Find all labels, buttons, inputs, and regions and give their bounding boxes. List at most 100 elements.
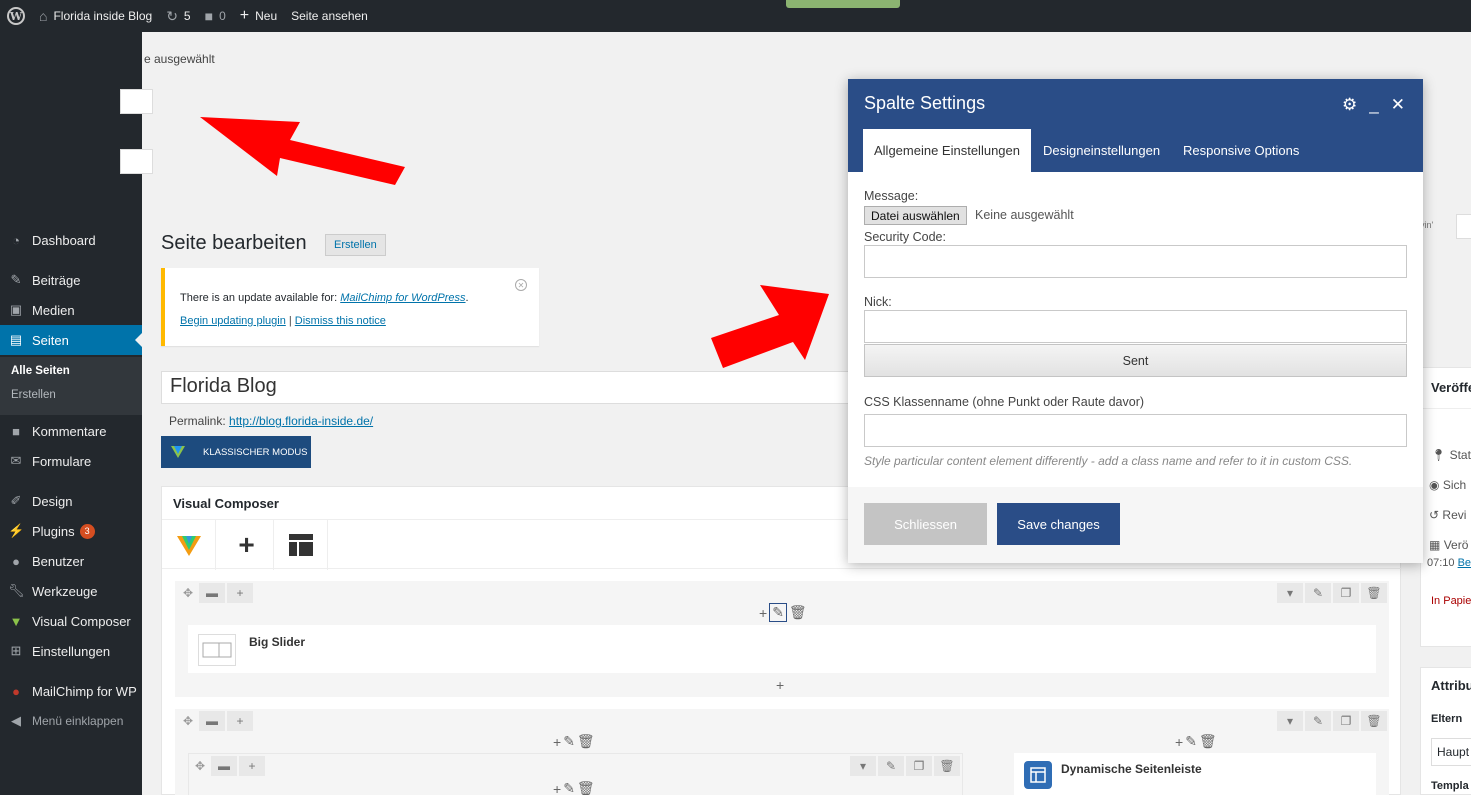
edit-time-link[interactable]: Be: [1458, 557, 1471, 569]
edit-icon[interactable]: ✎: [769, 603, 787, 622]
css-class-input[interactable]: [864, 414, 1407, 447]
new-content-link[interactable]: + Neu: [233, 0, 284, 32]
add-icon[interactable]: +: [553, 734, 561, 750]
move-icon[interactable]: ✥: [179, 583, 197, 603]
site-name-link[interactable]: ⌂ Florida inside Blog: [32, 0, 159, 32]
sidebar-item-dashboard[interactable]: ◔ Dashboard: [0, 225, 142, 255]
comments-link[interactable]: ■ 0: [198, 0, 233, 32]
add-element-icon[interactable]: +: [776, 677, 784, 693]
notice-plugin-link[interactable]: MailChimp for WordPress: [340, 292, 465, 304]
classic-mode-button[interactable]: KLASSISCHER MODUS: [161, 436, 311, 468]
vc-add-element-button[interactable]: +: [220, 520, 274, 570]
edit-icon[interactable]: ✎: [563, 780, 575, 795]
trash-icon[interactable]: 🗑︎: [1361, 583, 1387, 603]
clone-icon[interactable]: ❐: [1333, 711, 1359, 731]
row-layout-icon[interactable]: ▬: [199, 711, 225, 731]
sidebar-item-design[interactable]: ✐ Design: [0, 486, 142, 516]
chevron-down-icon[interactable]: ▾: [850, 756, 876, 776]
permalink-link[interactable]: http://blog.florida-inside.de/: [229, 414, 373, 428]
partial-select[interactable]: [1456, 214, 1471, 239]
wrench-icon: 🔧︎: [8, 583, 25, 598]
sidebar-item-visual-composer[interactable]: ▼ Visual Composer: [0, 606, 142, 636]
add-new-page-button[interactable]: Erstellen: [325, 234, 386, 256]
vc-logo-icon: [171, 446, 185, 458]
sidebar-item-forms[interactable]: ✉ Formulare: [0, 446, 142, 476]
sidebar-item-posts[interactable]: ✎ Beiträge: [0, 265, 142, 295]
trash-icon[interactable]: 🗑︎: [577, 780, 595, 795]
sidebar-item-plugins[interactable]: ⚡ Plugins 3: [0, 516, 142, 546]
big-slider-element[interactable]: Big Slider: [188, 625, 1376, 673]
parent-select[interactable]: Haupt: [1431, 738, 1471, 766]
close-icon[interactable]: ✕: [1391, 95, 1405, 115]
chevron-down-icon[interactable]: ▾: [1277, 711, 1303, 731]
dismiss-notice-link[interactable]: Dismiss this notice: [295, 315, 386, 327]
move-icon[interactable]: ✥: [191, 756, 209, 776]
wordpress-logo-icon[interactable]: W: [0, 0, 32, 32]
close-button[interactable]: Schliessen: [864, 503, 987, 545]
sidebar-collapse-menu[interactable]: ◀ Menü einklappen: [0, 706, 142, 736]
choose-file-button[interactable]: Datei auswählen: [864, 206, 967, 225]
trash-icon[interactable]: 🗑︎: [1361, 711, 1387, 731]
row-add-icon[interactable]: +: [227, 583, 253, 603]
sidebar-item-settings[interactable]: ⊞ Einstellungen: [0, 636, 142, 666]
add-icon[interactable]: +: [553, 781, 561, 795]
edit-icon[interactable]: ✎: [878, 756, 904, 776]
security-code-input[interactable]: [864, 245, 1407, 278]
post-title-input[interactable]: Florida Blog: [161, 371, 861, 404]
gear-icon[interactable]: ⚙: [1342, 95, 1357, 115]
edit-icon[interactable]: ✎: [1305, 711, 1331, 731]
partial-input-1[interactable]: [120, 89, 153, 114]
partial-input-2[interactable]: [120, 149, 153, 174]
save-changes-button[interactable]: Save changes: [997, 503, 1120, 545]
submenu-add-new[interactable]: Erstellen: [11, 389, 56, 401]
calendar-icon: ▦: [1429, 538, 1441, 552]
sidebar-item-media[interactable]: ▣ Medien: [0, 295, 142, 325]
chevron-down-icon[interactable]: ▾: [1277, 583, 1303, 603]
row-layout-icon[interactable]: ▬: [211, 756, 237, 776]
sidebar-item-comments[interactable]: ■ Kommentare: [0, 416, 142, 446]
comments-icon: ■: [12, 423, 20, 439]
sidebar-item-pages[interactable]: ▤ Seiten: [0, 325, 143, 355]
publish-time: 07:10 Be: [1427, 557, 1471, 569]
settings-icon: ⊞: [10, 643, 22, 658]
updates-link[interactable]: ↻ 5: [159, 0, 197, 32]
add-icon[interactable]: +: [759, 605, 767, 621]
begin-updating-link[interactable]: Begin updating plugin: [180, 315, 286, 327]
add-icon[interactable]: +: [1175, 734, 1183, 750]
dismiss-x-icon[interactable]: ✕: [515, 279, 527, 291]
trash-icon[interactable]: 🗑︎: [934, 756, 960, 776]
trash-icon[interactable]: 🗑︎: [1199, 733, 1217, 750]
dynamic-sidebar-element[interactable]: Dynamische Seitenleiste: [1014, 753, 1376, 795]
modal-title: Spalte Settings: [864, 93, 986, 113]
sidebar-item-label: Visual Composer: [32, 613, 131, 629]
vc-templates-button[interactable]: [274, 520, 328, 570]
row-add-icon[interactable]: +: [239, 756, 265, 776]
edit-icon[interactable]: ✎: [1185, 733, 1197, 750]
trash-icon[interactable]: 🗑︎: [789, 604, 807, 621]
edit-icon[interactable]: ✎: [563, 733, 575, 750]
move-icon[interactable]: ✥: [179, 711, 197, 731]
trash-icon[interactable]: 🗑︎: [577, 733, 595, 750]
minimize-icon[interactable]: _: [1369, 95, 1378, 115]
clone-icon[interactable]: ❐: [906, 756, 932, 776]
nick-input[interactable]: [864, 310, 1407, 343]
move-to-trash-link[interactable]: In Papie: [1431, 595, 1471, 607]
vc-logo-icon: [176, 536, 201, 556]
row-layout-icon[interactable]: ▬: [199, 583, 225, 603]
row-add-icon[interactable]: +: [227, 711, 253, 731]
sidebar-item-mailchimp[interactable]: ● MailChimp for WP: [0, 676, 142, 706]
vc-row-2: ✥ ▬ + ▾ ✎ ❐ 🗑︎ + ✎ 🗑︎ ✥ ▬ + ▾ ✎ ❐ 🗑︎ + ✎…: [175, 709, 1389, 795]
tab-responsive-options[interactable]: Responsive Options: [1172, 129, 1310, 172]
tab-general-settings[interactable]: Allgemeine Einstellungen: [863, 129, 1031, 172]
submenu-all-pages[interactable]: Alle Seiten: [11, 365, 70, 377]
modal-header: Spalte Settings ⚙ _ ✕ Allgemeine Einstel…: [848, 79, 1423, 172]
sidebar-item-users[interactable]: ● Benutzer: [0, 546, 142, 576]
edit-icon[interactable]: ✎: [1305, 583, 1331, 603]
view-page-link[interactable]: Seite ansehen: [284, 0, 375, 32]
sent-button[interactable]: Sent: [864, 344, 1407, 377]
column-controls: + ✎ 🗑︎: [553, 780, 595, 795]
clone-icon[interactable]: ❐: [1333, 583, 1359, 603]
tab-design-settings[interactable]: Designeinstellungen: [1032, 129, 1171, 172]
vc-logo-button[interactable]: [162, 520, 216, 570]
sidebar-item-tools[interactable]: 🔧︎ Werkzeuge: [0, 576, 142, 606]
